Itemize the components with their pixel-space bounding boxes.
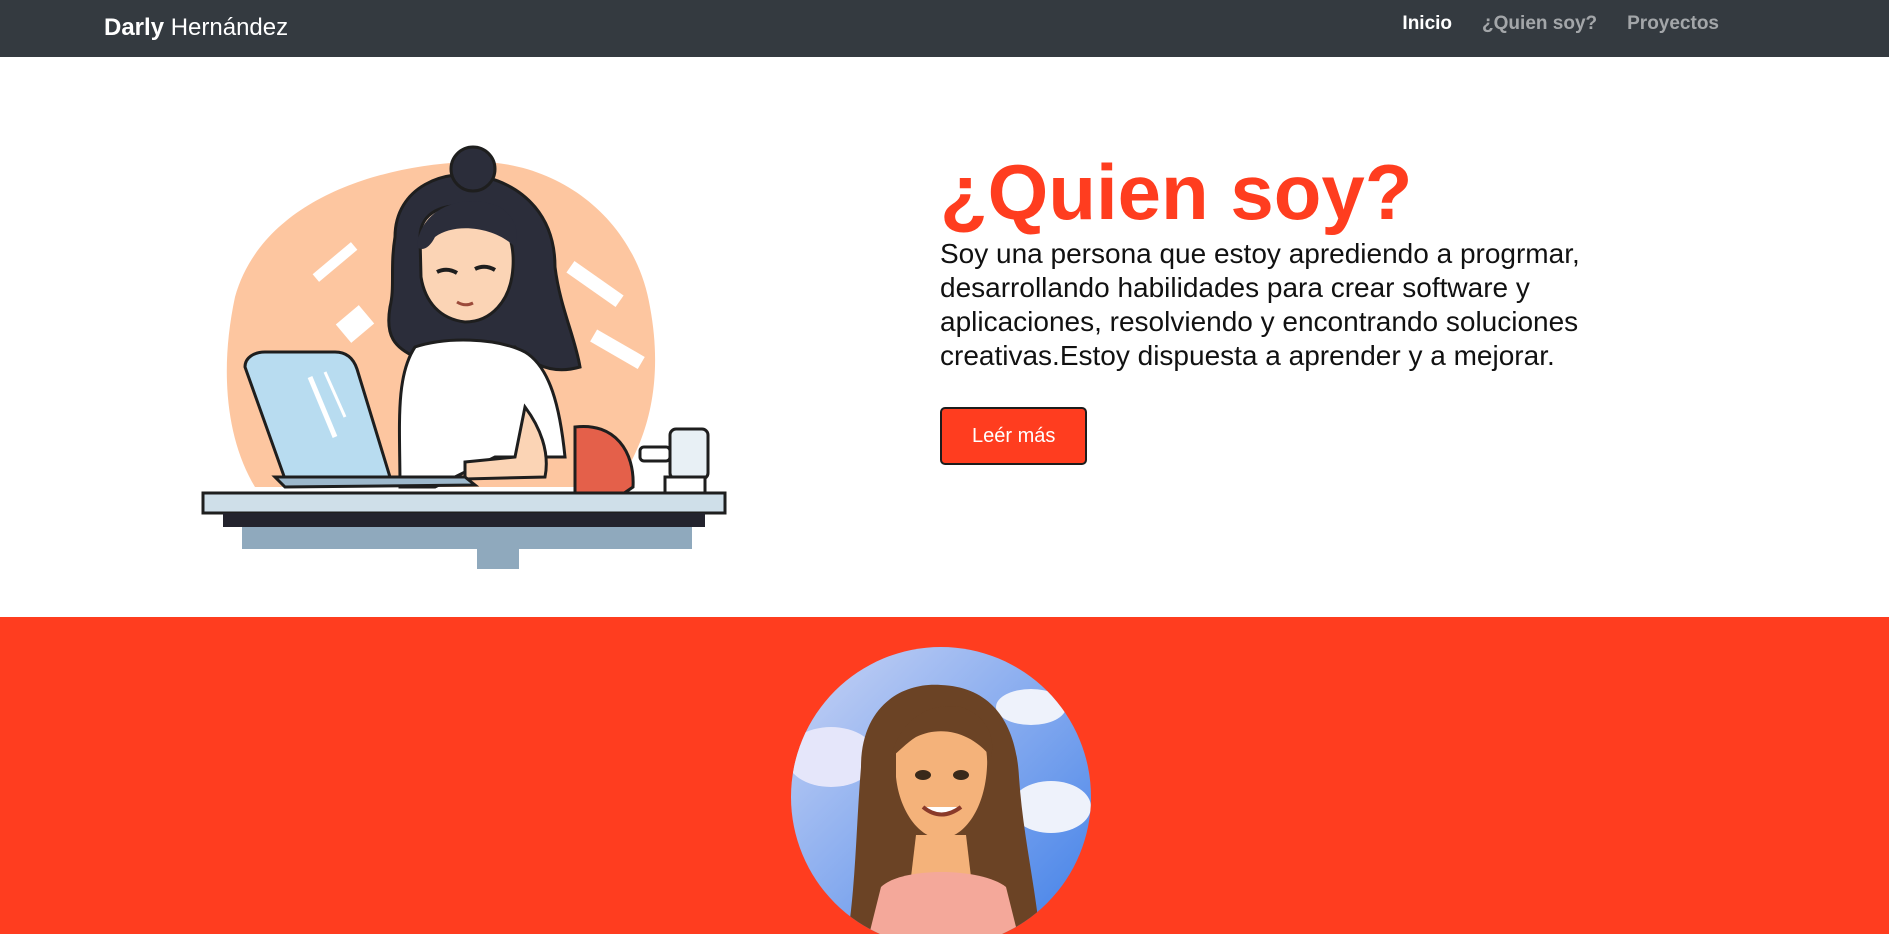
- woman-at-laptop-illustration: [195, 107, 735, 607]
- brand-link[interactable]: Darly Hernández: [104, 13, 288, 43]
- hero-section: ¿Quien soy? Soy una persona que estoy ap…: [0, 57, 1889, 617]
- hero-title: ¿Quien soy?: [940, 148, 1413, 236]
- read-more-button[interactable]: Leér más: [940, 407, 1088, 465]
- hero-description: Soy una persona que estoy aprediendo a p…: [940, 238, 1580, 371]
- about-section: [0, 617, 1889, 934]
- brand-last-name: Hernández: [170, 14, 289, 41]
- hero-text: ¿Quien soy? Soy una persona que estoy ap…: [940, 147, 1660, 465]
- nav-link-proyectos[interactable]: Proyectos: [1612, 12, 1734, 36]
- brand-first-name: Darly: [104, 14, 165, 41]
- nav-link-quien-soy[interactable]: ¿Quien soy?: [1467, 12, 1612, 36]
- nav-link-inicio[interactable]: Inicio: [1387, 12, 1467, 36]
- nav-links: Inicio ¿Quien soy? Proyectos: [1387, 12, 1734, 36]
- navbar: Darly Hernández Inicio ¿Quien soy? Proye…: [0, 0, 1889, 57]
- profile-avatar: [791, 647, 1091, 934]
